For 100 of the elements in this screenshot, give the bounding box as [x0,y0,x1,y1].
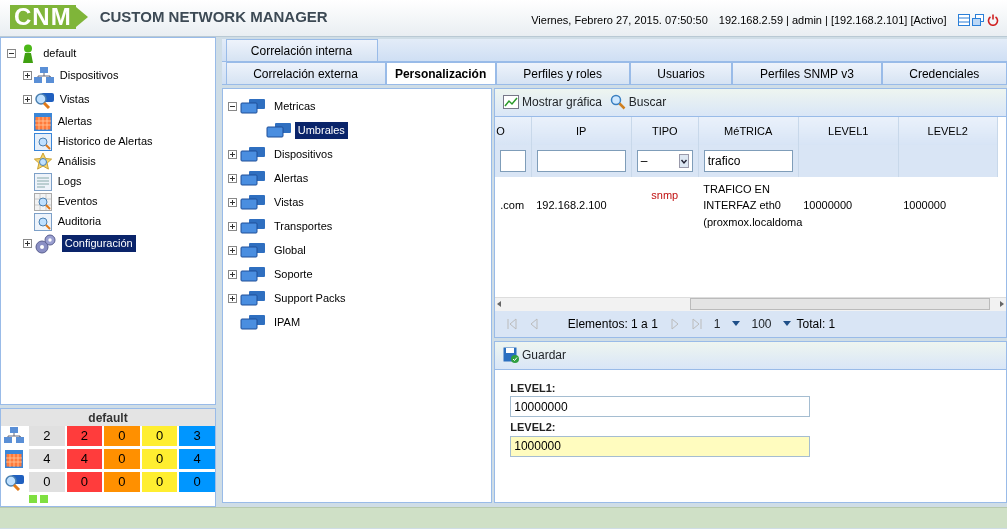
toolbar-button[interactable]: Buscar [610,93,667,112]
tree-item[interactable]: Umbrales [294,122,348,139]
page-size-dropdown[interactable]: 100 [751,314,791,333]
gears-icon [34,233,57,254]
table-search-icon [34,192,53,211]
filter-field[interactable] [500,149,526,172]
status-square-icon [39,495,48,503]
caret-icon [731,321,740,327]
tab[interactable]: Perfiles SNMP v3 [732,62,882,84]
next-page-icon [669,317,680,330]
expand-icon[interactable] [228,197,237,207]
windows-icon [239,98,266,115]
summary-title: default [1,409,215,426]
tree-item[interactable]: Soporte [274,266,313,283]
tree-item[interactable]: Vistas [274,194,304,211]
tree-item[interactable]: Global [274,242,306,259]
tree-item[interactable]: Análisis [57,153,96,170]
tree-item[interactable]: default [43,45,77,62]
column-header[interactable]: MéTRICA [698,116,799,145]
table-cell: .com [495,176,532,235]
count-cell: 0 [104,449,140,469]
count-cell: 0 [141,449,178,469]
column-header[interactable]: TIPO [631,116,699,145]
count-cell: 4 [66,449,103,469]
tree-item[interactable]: Vistas [59,91,90,108]
count-cell: 0 [66,472,103,492]
windows-icon [239,146,266,163]
toolbar-button[interactable]: Mostrar gráfica [503,93,603,112]
magnifier-icon [4,473,24,491]
tab[interactable]: Usuarios [629,62,733,84]
save-button[interactable]: Guardar [503,346,567,364]
tree-item[interactable]: Logs [57,173,82,190]
page-range: Elementos: 1 a 1 [567,315,658,333]
page-dropdown[interactable]: 1 [713,314,740,333]
collapse-icon[interactable] [6,49,16,58]
caret-icon [782,321,791,327]
windows-icon [239,266,266,283]
power-icon [987,14,999,27]
expand-icon[interactable] [22,71,32,80]
tree-item[interactable]: Alertas [274,170,309,187]
count-cell: 0 [104,472,140,492]
tab[interactable]: Correlación interna [225,39,378,61]
filter-dropdown[interactable]: – [636,149,693,172]
person-icon [21,43,35,64]
filter-field[interactable]: trafico [703,149,793,172]
expand-icon[interactable] [228,221,237,231]
magnifier-icon [34,90,55,109]
count-cell: 0 [141,426,178,446]
expand-icon[interactable] [22,239,32,248]
table-search-icon [34,132,53,151]
tab[interactable]: Credenciales [881,62,1007,84]
window-icon [957,14,970,27]
count-cell: 2 [66,426,103,446]
product-title: CUSTOM NETWORK MANAGER [99,6,328,27]
expand-icon[interactable] [22,95,32,104]
tree-item[interactable]: Support Packs [274,290,346,307]
column-header[interactable]: O [495,116,532,145]
filter-field[interactable] [536,149,626,172]
windows-icon [239,218,266,235]
input-field[interactable]: 1000000 [510,435,811,457]
tree-item[interactable]: Historico de Alertas [57,133,153,150]
tab[interactable]: Correlación externa [225,62,386,84]
table-cell: 1000000 [898,176,998,235]
network-icon [4,427,24,445]
windows-icon [972,14,985,27]
tree-item[interactable]: Metricas [274,98,316,115]
expand-icon[interactable] [228,173,237,183]
count-cell: 4 [29,449,65,469]
grid-icon [34,112,53,131]
tree-item[interactable]: IPAM [274,314,301,331]
count-cell: 0 [179,472,215,492]
tab[interactable]: Perfiles y roles [495,62,630,84]
horizontal-scrollbar[interactable] [495,296,1006,311]
tree-item[interactable]: Dispositivos [59,67,119,84]
column-header[interactable]: LEVEL1 [798,116,899,145]
count-cell: 2 [29,426,65,446]
table-cell: snmp [631,176,699,235]
expand-icon[interactable] [228,245,237,255]
tab[interactable]: Personalización [385,62,496,84]
expand-icon[interactable] [228,149,237,159]
tree-item[interactable]: Transportes [274,218,333,235]
save-icon [503,347,520,363]
dropdown-value: – [640,152,648,170]
total-count: Total: 1 [796,315,836,333]
status-square-icon [29,495,37,503]
column-header[interactable]: IP [531,116,632,145]
count-cell: 4 [179,449,215,469]
tree-item[interactable]: Configuración [61,235,136,252]
column-header[interactable]: LEVEL2 [898,116,998,145]
input-field[interactable]: 10000000 [510,396,811,417]
document-search-icon [34,212,53,231]
field-label: LEVEL1: [510,380,557,396]
count-cell: 0 [104,426,140,446]
expand-icon[interactable] [228,293,237,303]
tree-item[interactable]: Dispositivos [274,146,333,163]
tree-item[interactable]: Alertas [57,113,92,130]
collapse-icon[interactable] [228,101,237,111]
tree-item[interactable]: Auditoria [57,213,102,230]
tree-item[interactable]: Eventos [57,193,98,210]
expand-icon[interactable] [228,269,237,279]
